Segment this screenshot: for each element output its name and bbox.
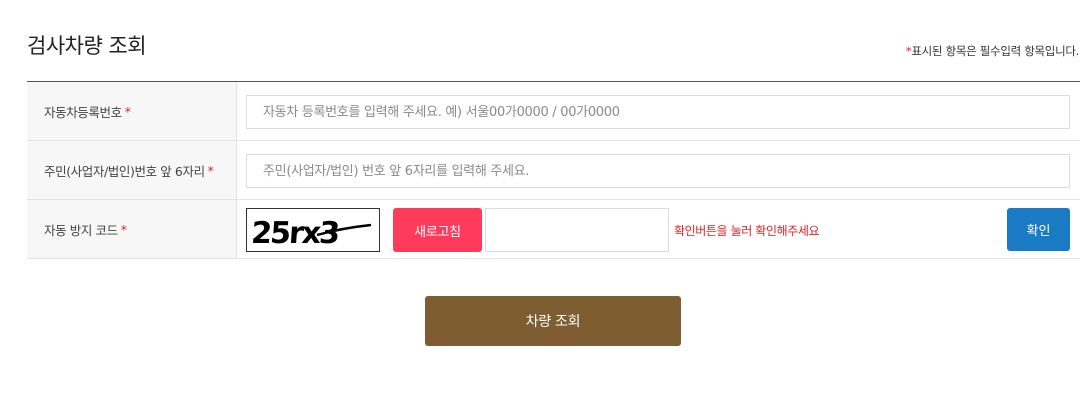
captcha-label: 자동 방지 코드 * [27,200,237,258]
plate-label-text: 자동차등록번호 [44,104,122,120]
plate-number-input[interactable] [246,95,1070,129]
vehicle-search-form: 자동차등록번호* 주민(사업자/법인)번호 앞 6자리* 자동 방지 코드* 2… [27,81,1080,259]
id-number-input[interactable] [246,154,1070,188]
captcha-hint: 확인버튼을 눌러 확인해주세요 [674,224,820,238]
plate-label: 자동차등록번호 * [27,82,237,140]
required-fields-note: *표시된 항목은 필수입력 항목입니다. [906,43,1079,59]
captcha-label-text: 자동 방지 코드 [44,222,118,238]
plate-cell [237,82,1080,140]
required-star: * [124,103,131,119]
id-number-label-text: 주민(사업자/법인)번호 앞 6자리 [44,163,205,179]
page-title: 검사차량 조회 [27,34,147,58]
captcha-confirm-button[interactable]: 확인 [1007,208,1070,251]
id-number-row: 주민(사업자/법인)번호 앞 6자리 * [27,141,1080,200]
plate-row: 자동차등록번호 * [27,82,1080,141]
captcha-code-input[interactable] [485,208,669,252]
captcha-image: 25rx3 [246,208,380,252]
vehicle-search-button[interactable]: 차량 조회 [425,296,681,346]
required-star: * [120,221,127,237]
captcha-row: 자동 방지 코드 * 25rx3 새로고침 확인버튼을 눌러 확인해주세요 확인 [27,200,1080,259]
captcha-cell: 25rx3 새로고침 확인버튼을 눌러 확인해주세요 확인 [237,200,1080,258]
id-number-label: 주민(사업자/법인)번호 앞 6자리 * [27,141,237,199]
captcha-refresh-button[interactable]: 새로고침 [393,208,482,252]
id-number-cell [237,141,1080,199]
required-star: * [207,162,214,178]
required-note-text: 표시된 항목은 필수입력 항목입니다. [911,44,1079,58]
